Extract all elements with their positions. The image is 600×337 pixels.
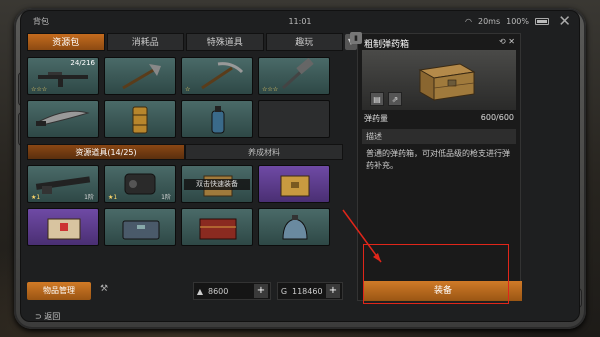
quick-equip-tooltip: 双击快速装备	[184, 179, 250, 190]
machete-icon	[36, 110, 90, 126]
slot-stars: ☆	[185, 86, 191, 93]
back-label: 返回	[44, 312, 61, 321]
red-chest-icon	[199, 218, 237, 240]
slot-stars: ☆☆☆	[31, 86, 48, 93]
inventory-slot[interactable]: ☆	[181, 57, 253, 95]
item-manage-button[interactable]: 物品管理	[27, 282, 91, 300]
inventory-window: 背包 11:01 ◠ 20ms 100% ✕ 资源包消耗品特殊道具趣玩▼ 24/…	[20, 10, 580, 322]
currency-box-2: G 118460 +	[277, 282, 343, 300]
tab-2[interactable]: 特殊道具	[186, 33, 264, 51]
bag-icon	[282, 215, 308, 240]
bottom-bar: 物品管理 ⚒ ▲ 8600 + G 118460 +	[27, 282, 343, 300]
inventory-slot[interactable]	[27, 208, 99, 246]
currency-1-value: 8600	[208, 286, 229, 296]
inventory-slot[interactable]	[27, 100, 99, 138]
slot-stars: ★1	[108, 194, 118, 201]
bottle-icon	[211, 106, 225, 134]
stat-value: 600/600	[480, 113, 514, 122]
metal-case-icon	[122, 220, 160, 240]
trophy-icon: ▲	[196, 286, 204, 296]
currency-2-value: 118460	[292, 286, 323, 296]
coin-icon: G	[280, 286, 288, 296]
slot-level: 1阶	[161, 194, 171, 201]
resource-grid: ★1 1阶 ★1 1阶 双击快速装备	[27, 165, 343, 246]
back-button[interactable]: ⊃ 返回	[35, 311, 61, 321]
inventory-slot[interactable]	[104, 57, 176, 95]
delete-icon[interactable]: ▤	[370, 92, 384, 106]
equip-button[interactable]: 装备	[364, 281, 522, 301]
inventory-panel: 资源包消耗品特殊道具趣玩▼ 24/216☆☆☆☆☆☆☆ 资源道具(14/25)养…	[27, 33, 357, 303]
bookmark-icon[interactable]: ▮	[350, 32, 362, 44]
close-icon[interactable]: ✕	[558, 12, 571, 30]
status-right: ◠ 20ms 100%	[465, 17, 549, 26]
ping-value: 20ms	[477, 16, 501, 26]
slot-stars: ★1	[31, 194, 41, 201]
wifi-icon: ◠	[465, 16, 472, 26]
inventory-slot[interactable]	[181, 208, 253, 246]
inventory-slot[interactable]: ☆☆☆	[258, 57, 330, 95]
item-preview: ▤ ⇗	[362, 50, 516, 110]
battery-value: 100%	[506, 16, 529, 26]
inventory-slot[interactable]	[104, 100, 176, 138]
item-detail-panel: ▮ 粗制弹药箱 ⟲ ✕ ▤ ⇗ 弹药量 600/600 描述 普通的弹药箱，可对…	[350, 32, 522, 301]
pickaxe-icon	[201, 62, 244, 90]
add-currency-1-button[interactable]: +	[254, 284, 268, 298]
slot-level: 1阶	[84, 194, 94, 201]
tool-icon[interactable]: ✕	[508, 37, 515, 46]
add-currency-2-button[interactable]: +	[326, 284, 340, 298]
empty-slot	[258, 100, 330, 138]
export-icon[interactable]: ⇗	[388, 92, 402, 106]
inventory-slot[interactable]	[181, 100, 253, 138]
clock: 11:01	[288, 16, 312, 26]
item-name: 粗制弹药箱	[364, 40, 410, 50]
share-icon[interactable]: ⟲	[499, 37, 506, 46]
ammo-stat: 弹药量 600/600	[358, 110, 520, 127]
status-bar: 背包 11:01 ◠ 20ms 100% ✕	[21, 11, 579, 31]
detail-icons: ⟲ ✕	[499, 37, 515, 46]
inventory-slot[interactable]	[258, 165, 330, 203]
category-tabs: 资源包消耗品特殊道具趣玩▼	[27, 33, 357, 51]
description-header: 描述	[362, 129, 516, 144]
app-title: 背包	[33, 16, 49, 26]
preview-actions: ▤ ⇗	[370, 92, 402, 106]
gold-crate-icon	[280, 175, 310, 197]
battery-icon	[535, 17, 549, 25]
inventory-slot[interactable]: 双击快速装备	[181, 165, 253, 203]
slot-stars: ☆☆☆	[262, 86, 279, 93]
axe-icon	[122, 64, 161, 90]
sort-icon[interactable]: ⚒	[97, 284, 111, 298]
subtab-0[interactable]: 资源道具(14/25)	[27, 144, 185, 160]
tab-0[interactable]: 资源包	[27, 33, 105, 51]
currency-box-1: ▲ 8600 +	[193, 282, 271, 300]
subtab-1[interactable]: 养成材料	[185, 144, 343, 160]
medkit-box-icon	[47, 218, 81, 240]
inventory-slot[interactable]	[258, 208, 330, 246]
inventory-slot[interactable]: ★1 1阶	[104, 165, 176, 203]
tab-3[interactable]: 趣玩	[265, 33, 343, 51]
tab-1[interactable]: 消耗品	[106, 33, 184, 51]
sub-tabs: 资源道具(14/25) 养成材料	[27, 144, 343, 160]
inventory-slot[interactable]: 24/216 ☆☆☆	[27, 57, 99, 95]
barrel-icon	[132, 106, 148, 134]
description-text: 普通的弹药箱，可对低品级的枪支进行弹药补充。	[366, 149, 510, 170]
slot-count: 24/216	[70, 59, 95, 67]
stat-label: 弹药量	[364, 114, 388, 123]
equipment-grid: 24/216 ☆☆☆ ☆ ☆☆☆	[27, 57, 343, 138]
inventory-slot[interactable]	[104, 208, 176, 246]
inventory-slot[interactable]: ★1 1阶	[27, 165, 99, 203]
